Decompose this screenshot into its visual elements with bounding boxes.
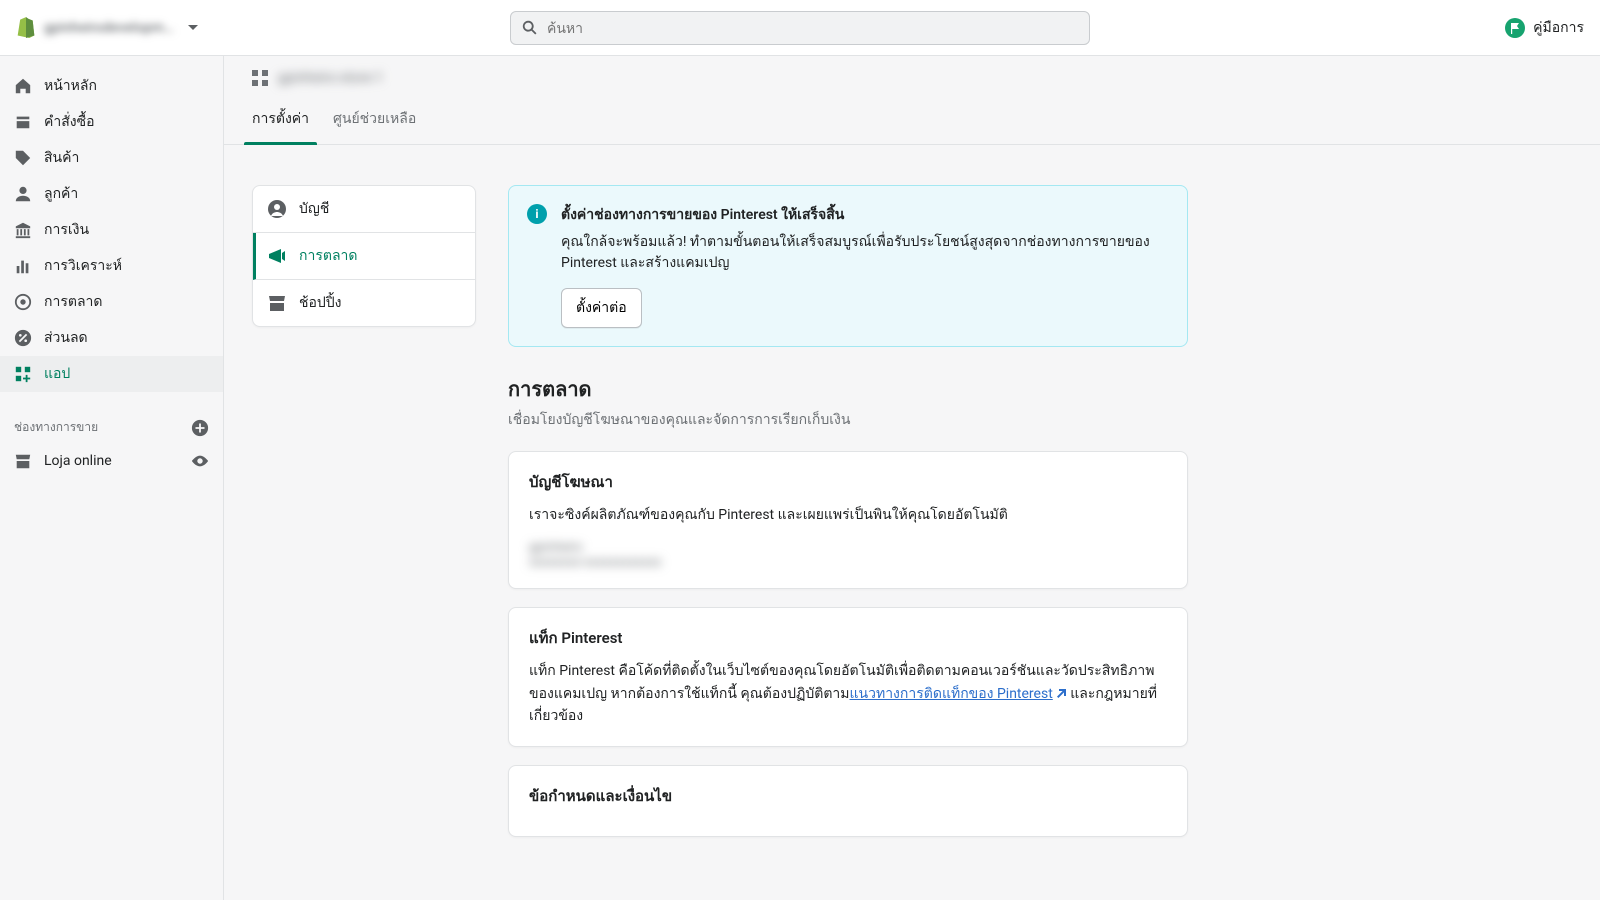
home-icon <box>14 77 32 95</box>
guide-link[interactable]: คู่มือการ <box>1533 17 1584 39</box>
channels-heading: ช่องทางการขาย <box>0 410 223 445</box>
card-text: เราจะซิงค์ผลิตภัณฑ์ของคุณกับ Pinterest แ… <box>529 504 1167 526</box>
percent-icon <box>14 329 32 347</box>
tab-help[interactable]: ศูนย์ช่วยเหลือ <box>333 108 416 144</box>
settings-subnav: บัญชี การตลาด ช้อปปิ้ง <box>252 185 476 327</box>
card-title: แท็ก Pinterest <box>529 626 1167 650</box>
storefront-icon <box>14 452 32 470</box>
tag-guidelines-link[interactable]: แนวทางการติดแท็กของ Pinterest <box>850 686 1067 702</box>
card-text: แท็ก Pinterest คือโค้ดที่ติดตั้งในเว็บไซ… <box>529 660 1167 727</box>
add-channel-icon[interactable] <box>191 419 209 437</box>
info-icon: i <box>527 204 547 224</box>
app-breadcrumb: gpinheiro-store-1 <box>252 70 1572 86</box>
nav-home[interactable]: หน้าหลัก <box>0 68 223 104</box>
sidebar: หน้าหลัก คำสั่งซื้อ สินค้า ลูกค้า การเงิ… <box>0 56 224 900</box>
terms-card: ข้อกำหนดและเงื่อนไข <box>508 765 1188 837</box>
shopify-logo <box>16 17 36 39</box>
tag-icon <box>14 149 32 167</box>
section-title: การตลาด <box>508 373 1188 405</box>
chevron-down-icon[interactable] <box>188 25 198 30</box>
target-icon <box>14 293 32 311</box>
search-box[interactable] <box>510 11 1090 45</box>
tab-settings[interactable]: การตั้งค่า <box>252 108 309 144</box>
subnav-shopping[interactable]: ช้อปปิ้ง <box>253 280 475 326</box>
nav-customers[interactable]: ลูกค้า <box>0 176 223 212</box>
subnav-marketing[interactable]: การตลาด <box>253 233 475 280</box>
channel-online-store[interactable]: Loja online <box>0 445 223 477</box>
account-id: xxxxxxxx-xxxxxxxxxxxx <box>529 555 1167 570</box>
subnav-account[interactable]: บัญชี <box>253 186 475 233</box>
banner-title: ตั้งค่าช่องทางการขายของ Pinterest ให้เสร… <box>561 204 1169 226</box>
nav-apps[interactable]: แอป <box>0 356 223 392</box>
eye-icon[interactable] <box>191 452 209 470</box>
store-name[interactable]: gpinheirodevelopm… <box>44 20 174 36</box>
setup-banner: i ตั้งค่าช่องทางการขายของ Pinterest ให้เ… <box>508 185 1188 347</box>
apps-icon <box>14 365 32 383</box>
orders-icon <box>14 113 32 131</box>
tabs: การตั้งค่า ศูนย์ช่วยเหลือ <box>224 86 1600 145</box>
store-icon <box>267 293 287 313</box>
ad-account-card: บัญชีโฆษณา เราจะซิงค์ผลิตภัณฑ์ของคุณกับ … <box>508 451 1188 589</box>
nav-marketing[interactable]: การตลาด <box>0 284 223 320</box>
card-title: ข้อกำหนดและเงื่อนไข <box>529 784 1167 808</box>
banner-description: คุณใกล้จะพร้อมแล้ว! ทำตามขั้นตอนให้เสร็จ… <box>561 232 1169 274</box>
nav-discounts[interactable]: ส่วนลด <box>0 320 223 356</box>
nav-finances[interactable]: การเงิน <box>0 212 223 248</box>
guide-flag-icon[interactable] <box>1505 18 1525 38</box>
search-icon <box>521 19 539 37</box>
search-input[interactable] <box>539 20 1079 36</box>
top-bar: gpinheirodevelopm… คู่มือการ <box>0 0 1600 56</box>
megaphone-icon <box>267 246 287 266</box>
apps-grid-icon <box>252 70 268 86</box>
pinterest-tag-card: แท็ก Pinterest แท็ก Pinterest คือโค้ดที่… <box>508 607 1188 746</box>
profile-icon <box>267 199 287 219</box>
nav-products[interactable]: สินค้า <box>0 140 223 176</box>
continue-setup-button[interactable]: ตั้งค่าต่อ <box>561 288 642 328</box>
app-name: gpinheiro-store-1 <box>278 70 383 86</box>
section-subtitle: เชื่อมโยงบัญชีโฆษณาของคุณและจัดการการเรี… <box>508 409 1188 431</box>
card-title: บัญชีโฆษณา <box>529 470 1167 494</box>
external-link-icon <box>1055 688 1067 700</box>
bars-icon <box>14 257 32 275</box>
person-icon <box>14 185 32 203</box>
account-name: gpinheiro <box>529 540 1167 555</box>
content: gpinheiro-store-1 การตั้งค่า ศูนย์ช่วยเห… <box>224 56 1600 900</box>
bank-icon <box>14 221 32 239</box>
nav-orders[interactable]: คำสั่งซื้อ <box>0 104 223 140</box>
nav-analytics[interactable]: การวิเคราะห์ <box>0 248 223 284</box>
